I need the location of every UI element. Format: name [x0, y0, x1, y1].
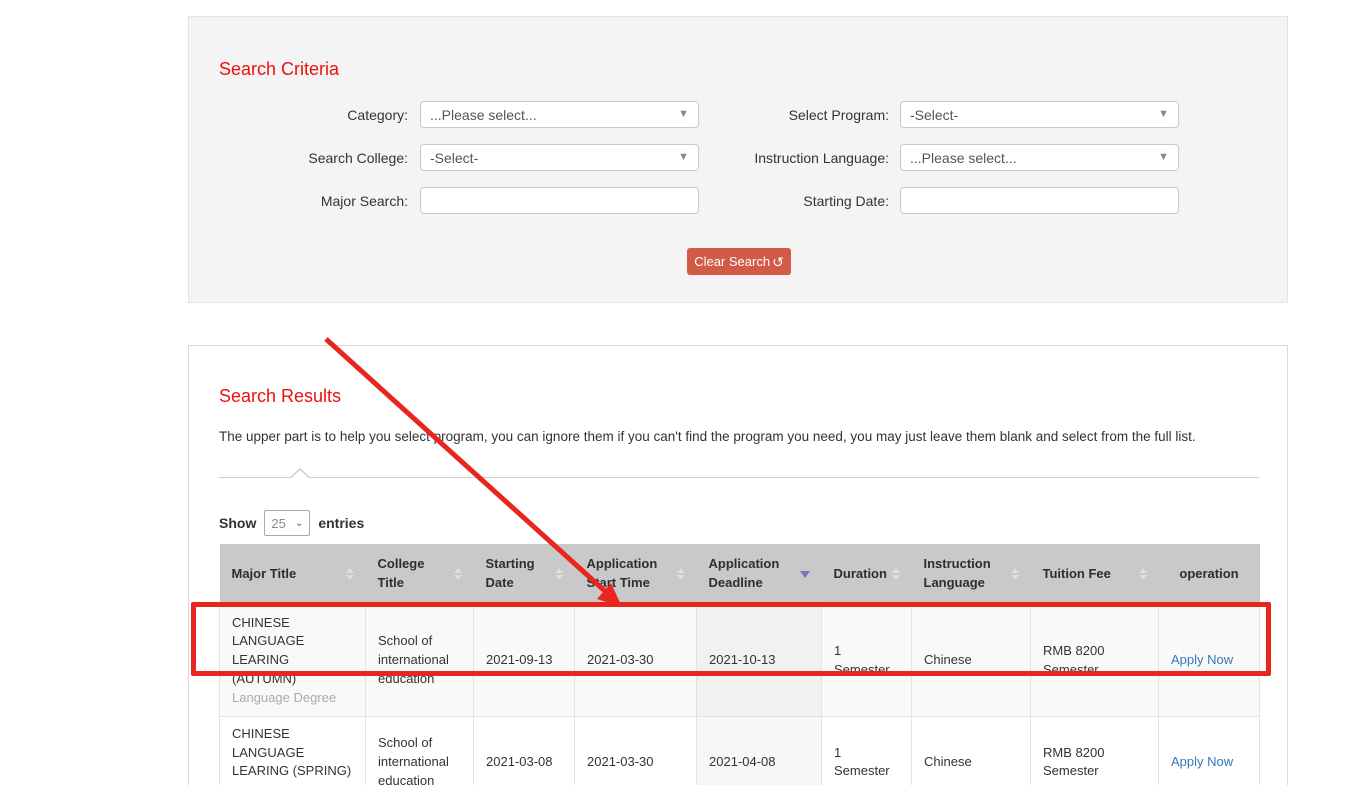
chevron-down-icon: ▼	[678, 152, 689, 163]
major-search-label: Major Search:	[189, 193, 420, 209]
table-row: CHINESE LANGUAGE LEARING (SPRING)Languag…	[220, 716, 1260, 785]
form-row: Major Search: Starting Date:	[189, 187, 1287, 214]
cell-tuition-fee: RMB 8200 Semester	[1031, 605, 1159, 716]
search-criteria-panel: Search Criteria Category: ...Please sele…	[188, 16, 1288, 303]
select-program-label: Select Program:	[699, 107, 900, 123]
sort-icon	[1139, 568, 1147, 580]
header-application-deadline[interactable]: Application Deadline	[697, 544, 822, 605]
sort-icon	[346, 568, 354, 580]
cell-major-title: CHINESE LANGUAGE LEARING (AUTUMN)Languag…	[220, 605, 366, 716]
table-header-row: Major Title College Title Starting Date …	[220, 544, 1260, 605]
table-row: CHINESE LANGUAGE LEARING (AUTUMN)Languag…	[220, 605, 1260, 716]
results-description: The upper part is to help you select pro…	[219, 428, 1254, 447]
clear-search-label: Clear Search	[694, 254, 770, 269]
header-major-title[interactable]: Major Title	[220, 544, 366, 605]
sort-icon	[454, 568, 462, 580]
cell-duration: 1 Semester	[822, 605, 912, 716]
cell-starting-date: 2021-09-13	[474, 605, 575, 716]
cell-operation: Apply Now	[1159, 605, 1260, 716]
degree-label: Language Degree	[232, 689, 353, 708]
cell-application-start: 2021-03-30	[575, 605, 697, 716]
header-duration[interactable]: Duration	[822, 544, 912, 605]
entries-label: entries	[318, 515, 364, 531]
instruction-language-select[interactable]: ...Please select... ▼	[900, 144, 1179, 171]
header-operation: operation	[1159, 544, 1260, 605]
sort-desc-icon	[800, 571, 810, 578]
header-tuition-fee[interactable]: Tuition Fee	[1031, 544, 1159, 605]
caret-up-icon	[289, 468, 311, 478]
sort-icon	[892, 568, 900, 580]
select-value: -Select-	[910, 107, 958, 123]
header-application-start-time[interactable]: Application Start Time	[575, 544, 697, 605]
chevron-down-icon: ▼	[1158, 152, 1169, 163]
show-entries-control: Show 25 ⌄ entries	[219, 510, 364, 536]
cell-instruction-language: Chinese	[912, 605, 1031, 716]
cell-college-title: School of international education	[366, 716, 474, 785]
sort-icon	[555, 568, 563, 580]
form-row: Search College: -Select- ▼ Instruction L…	[189, 144, 1287, 171]
starting-date-input[interactable]	[900, 187, 1179, 214]
header-instruction-language[interactable]: Instruction Language	[912, 544, 1031, 605]
cell-application-start: 2021-03-30	[575, 716, 697, 785]
results-table: Major Title College Title Starting Date …	[219, 544, 1260, 785]
degree-label: Language Degree	[232, 781, 353, 785]
chevron-down-icon: ▼	[1158, 109, 1169, 120]
select-value: ...Please select...	[430, 107, 537, 123]
cell-starting-date: 2021-03-08	[474, 716, 575, 785]
cell-college-title: School of international education	[366, 605, 474, 716]
apply-now-link[interactable]: Apply Now	[1171, 652, 1233, 667]
instruction-language-label: Instruction Language:	[699, 150, 900, 166]
select-value: -Select-	[430, 150, 478, 166]
search-results-panel: Search Results The upper part is to help…	[188, 345, 1288, 785]
page-size-select[interactable]: 25 ⌄	[264, 510, 310, 536]
search-results-title: Search Results	[219, 386, 341, 407]
apply-now-link[interactable]: Apply Now	[1171, 754, 1233, 769]
page: Search Criteria Category: ...Please sele…	[0, 0, 1360, 785]
sort-icon	[677, 568, 685, 580]
divider	[219, 477, 1259, 478]
header-college-title[interactable]: College Title	[366, 544, 474, 605]
chevron-down-icon: ▼	[678, 109, 689, 120]
select-value: ...Please select...	[910, 150, 1017, 166]
search-criteria-title: Search Criteria	[219, 59, 339, 80]
search-criteria-form: Category: ...Please select... ▼ Select P…	[189, 101, 1287, 230]
cell-operation: Apply Now	[1159, 716, 1260, 785]
chevron-down-icon: ⌄	[295, 518, 303, 529]
page-size-value: 25	[271, 516, 285, 531]
cell-duration: 1 Semester	[822, 716, 912, 785]
college-select[interactable]: -Select- ▼	[420, 144, 699, 171]
major-search-input[interactable]	[420, 187, 699, 214]
cell-major-title: CHINESE LANGUAGE LEARING (SPRING)Languag…	[220, 716, 366, 785]
program-select[interactable]: -Select- ▼	[900, 101, 1179, 128]
cell-instruction-language: Chinese	[912, 716, 1031, 785]
category-label: Category:	[189, 107, 420, 123]
starting-date-label: Starting Date:	[699, 193, 900, 209]
search-college-label: Search College:	[189, 150, 420, 166]
form-row: Category: ...Please select... ▼ Select P…	[189, 101, 1287, 128]
clear-search-button[interactable]: Clear Search ↺	[687, 248, 791, 275]
cell-application-deadline: 2021-04-08	[697, 716, 822, 785]
header-starting-date[interactable]: Starting Date	[474, 544, 575, 605]
category-select[interactable]: ...Please select... ▼	[420, 101, 699, 128]
show-label: Show	[219, 515, 256, 531]
sort-icon	[1011, 568, 1019, 580]
cell-application-deadline: 2021-10-13	[697, 605, 822, 716]
reset-icon: ↺	[772, 255, 784, 269]
cell-tuition-fee: RMB 8200 Semester	[1031, 716, 1159, 785]
